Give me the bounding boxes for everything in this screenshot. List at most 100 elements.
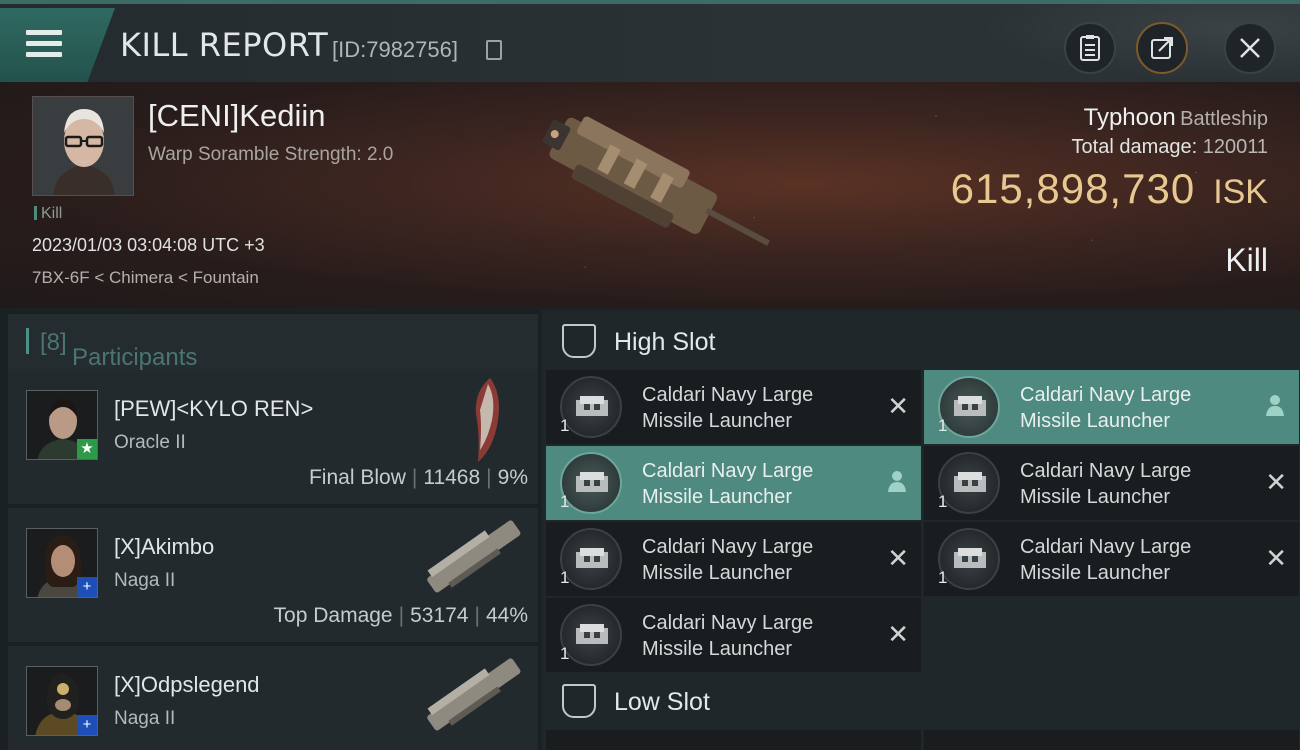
high-slot-header: High Slot	[542, 312, 1300, 370]
victim-portrait[interactable]	[32, 96, 134, 196]
hamburger-menu-icon	[26, 30, 62, 58]
item-quantity: 1	[560, 644, 570, 663]
avatar	[33, 97, 133, 195]
avatar[interactable]: +	[26, 666, 98, 736]
close-button[interactable]	[1224, 22, 1276, 74]
slot-item[interactable]: 1 Caldari Navy Large Missile Launcher	[924, 370, 1299, 444]
item-quantity: 1	[938, 492, 948, 511]
item-name-line2: Missile Launcher	[642, 638, 793, 660]
victim-ship-image[interactable]	[515, 92, 785, 282]
item-name-line1: Caldari Navy Large	[642, 612, 814, 634]
item-name-line1: Caldari Navy Large	[642, 460, 814, 482]
item-quantity: 1	[938, 568, 948, 587]
isk-unit: ISK	[1213, 173, 1268, 211]
participant-damage: 11468	[423, 466, 481, 489]
item-name-line1: Caldari Navy Large	[642, 384, 814, 406]
item-name-line2: Missile Launcher	[642, 486, 793, 508]
item-name-line1: Caldari Navy Large	[1020, 536, 1192, 558]
victim-name[interactable]: [CENI]Kediin	[148, 98, 325, 134]
item-name-line2: Missile Launcher	[1020, 562, 1171, 584]
clipboard-button[interactable]	[1064, 22, 1116, 74]
page-title: KILL REPORT	[120, 26, 329, 64]
result-label: Kill	[1225, 242, 1268, 278]
slot-item[interactable]: 1 Caldari Navy Large Missile Launcher ✕	[924, 446, 1299, 520]
item-name-line2: Missile Launcher	[1020, 486, 1171, 508]
isk-value: 615,898,730	[950, 165, 1196, 212]
participant-percent: 44%	[485, 604, 528, 627]
item-name-line2: Missile Launcher	[642, 562, 793, 584]
ship-class: Battleship	[1180, 108, 1268, 130]
participant-damage: 53174	[410, 604, 469, 627]
share-icon	[1151, 37, 1173, 59]
participant-ship-image[interactable]	[418, 512, 528, 602]
participant-badge: ★	[77, 439, 97, 459]
item-name-line1: Caldari Navy Large	[1020, 460, 1192, 482]
victim-panel: [CENI]Kediin Warp Soramble Strength: 2.0…	[0, 82, 1300, 308]
victim-subtitle: Warp Soramble Strength: 2.0	[148, 144, 394, 165]
destroyed-icon: ✕	[887, 543, 909, 573]
kill-location[interactable]: 7BX-6F < Chimera < Fountain	[32, 268, 259, 288]
dropped-person-icon	[888, 471, 906, 492]
destroyed-icon: ✕	[887, 391, 909, 421]
slot-item[interactable]	[924, 730, 1299, 750]
participant-card[interactable]: + [X]Odpslegend Naga II	[8, 646, 538, 750]
participant-badge: +	[77, 577, 97, 597]
item-quantity: 1	[560, 568, 570, 587]
participant-ship-image[interactable]	[418, 374, 528, 464]
participant-name[interactable]: [X]Odpslegend	[114, 672, 260, 698]
kill-tag: Kill	[34, 205, 62, 223]
menu-button[interactable]	[0, 8, 115, 82]
participant-card[interactable]: + [X]Akimbo Naga II Top Damage | 53174 | 44%	[8, 508, 538, 642]
participant-stats: Top Damage | 53174 | 44%	[273, 604, 528, 627]
slot-item[interactable]: 1 Caldari Navy Large Missile Launcher ✕	[924, 522, 1299, 596]
total-damage-label: Total damage:	[1071, 136, 1198, 158]
slot-item[interactable]: 1 Caldari Navy Large Missile Launcher ✕	[546, 522, 921, 596]
participant-ship: Naga II	[114, 708, 176, 729]
kill-id: [ID:7982756]	[332, 37, 458, 62]
destroyed-icon: ✕	[1265, 467, 1287, 497]
participant-badge: +	[77, 715, 97, 735]
participant-ship: Naga II	[114, 570, 176, 591]
participant-name[interactable]: [PEW]<KYLO REN>	[114, 396, 313, 422]
kill-datetime: 2023/01/03 03:04:08 UTC +3	[32, 235, 265, 255]
participant-card[interactable]: ★ [PEW]<KYLO REN> Oracle II Final Blow | 1…	[8, 370, 538, 504]
item-quantity: 1	[938, 416, 948, 435]
ship-name[interactable]: Typhoon	[1084, 104, 1176, 131]
dropped-person-icon	[1266, 395, 1284, 416]
low-slot-icon	[562, 684, 596, 718]
item-quantity: 1	[560, 416, 570, 435]
participants-panel: Participants [8] ★ [PEW]<KYLO REN> Oracl…	[0, 310, 540, 750]
copy-id-icon[interactable]	[486, 40, 502, 60]
item-name-line1: Caldari Navy Large	[1020, 384, 1192, 406]
item-name-line2: Missile Launcher	[1020, 410, 1171, 432]
participants-title: Participants	[72, 344, 198, 371]
item-name-line2: Missile Launcher	[642, 410, 793, 432]
low-slot-header: Low Slot	[542, 672, 1300, 730]
top-bar: KILL REPORT [ID:7982756]	[0, 0, 1300, 82]
slot-item[interactable]	[546, 730, 921, 750]
slot-item[interactable]: 1 Caldari Navy Large Missile Launcher ✕	[546, 370, 921, 444]
ship-info: Typhoon Battleship Total damage: 120011 …	[951, 104, 1268, 213]
participant-name[interactable]: [X]Akimbo	[114, 534, 214, 560]
participant-percent: 9%	[497, 466, 528, 489]
high-slot-title: High Slot	[614, 328, 716, 356]
item-quantity: 1	[560, 492, 570, 511]
avatar[interactable]: +	[26, 528, 98, 598]
participant-ship-image[interactable]	[418, 650, 528, 740]
close-icon	[1240, 38, 1260, 58]
slot-item[interactable]: 1 Caldari Navy Large Missile Launcher ✕	[546, 598, 921, 672]
participants-count: [8]	[40, 329, 67, 356]
slot-item[interactable]: 1 Caldari Navy Large Missile Launcher	[546, 446, 921, 520]
share-button[interactable]	[1136, 22, 1188, 74]
participant-role: Top Damage	[273, 604, 393, 627]
avatar[interactable]: ★	[26, 390, 98, 460]
item-name-line1: Caldari Navy Large	[642, 536, 814, 558]
destroyed-icon: ✕	[1265, 543, 1287, 573]
high-slot-icon	[562, 324, 596, 358]
participants-header: Participants [8]	[8, 314, 538, 371]
fitting-panel: High Slot 1 Caldari Navy Large Missile La…	[542, 310, 1300, 750]
destroyed-icon: ✕	[887, 619, 909, 649]
clipboard-icon	[1080, 35, 1100, 61]
total-damage-value: 120011	[1202, 136, 1268, 158]
participant-stats: Final Blow | 11468 | 9%	[308, 466, 528, 489]
